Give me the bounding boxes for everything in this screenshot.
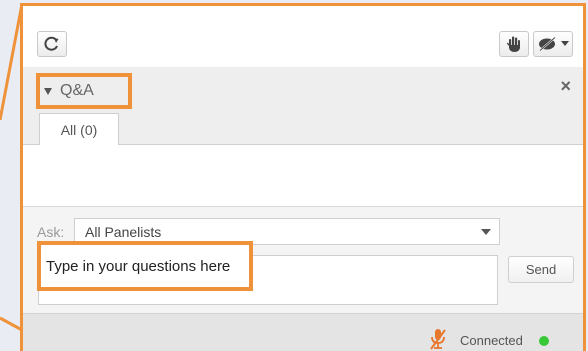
dropdown-arrow-icon — [481, 229, 491, 235]
question-input-highlight[interactable]: Type in your questions here — [37, 241, 253, 291]
raise-hand-button[interactable] — [499, 31, 529, 57]
questions-list — [23, 145, 583, 206]
qa-title: Q&A — [60, 82, 94, 99]
microphone-muted-icon[interactable] — [429, 328, 447, 350]
toolbar — [23, 6, 583, 66]
qa-window: Q&A × All (0) Ask: All Panelists Type in… — [20, 3, 586, 351]
connection-status-text: Connected — [460, 333, 523, 348]
refresh-button[interactable] — [37, 31, 67, 57]
tab-bar: All (0) — [23, 113, 583, 146]
collapse-triangle-icon — [44, 87, 52, 95]
close-icon[interactable]: × — [560, 77, 571, 95]
send-button[interactable]: Send — [508, 256, 574, 283]
emoticon-menu-button[interactable] — [533, 31, 573, 57]
tab-all[interactable]: All (0) — [39, 113, 119, 146]
ask-label: Ask: — [37, 224, 65, 240]
qa-collapse-toggle[interactable]: Q&A — [36, 73, 132, 109]
question-placeholder: Type in your questions here — [46, 257, 231, 275]
ask-section: Ask: All Panelists Type in your question… — [23, 206, 583, 313]
chevron-down-icon — [561, 41, 569, 46]
connection-status-indicator — [539, 336, 549, 346]
raise-hand-icon — [506, 36, 520, 52]
qa-header: Q&A × — [23, 67, 583, 113]
ask-select-value: All Panelists — [85, 223, 162, 240]
emoticon-icon — [539, 36, 556, 52]
refresh-icon — [44, 36, 59, 51]
status-bar: Connected — [23, 313, 583, 351]
